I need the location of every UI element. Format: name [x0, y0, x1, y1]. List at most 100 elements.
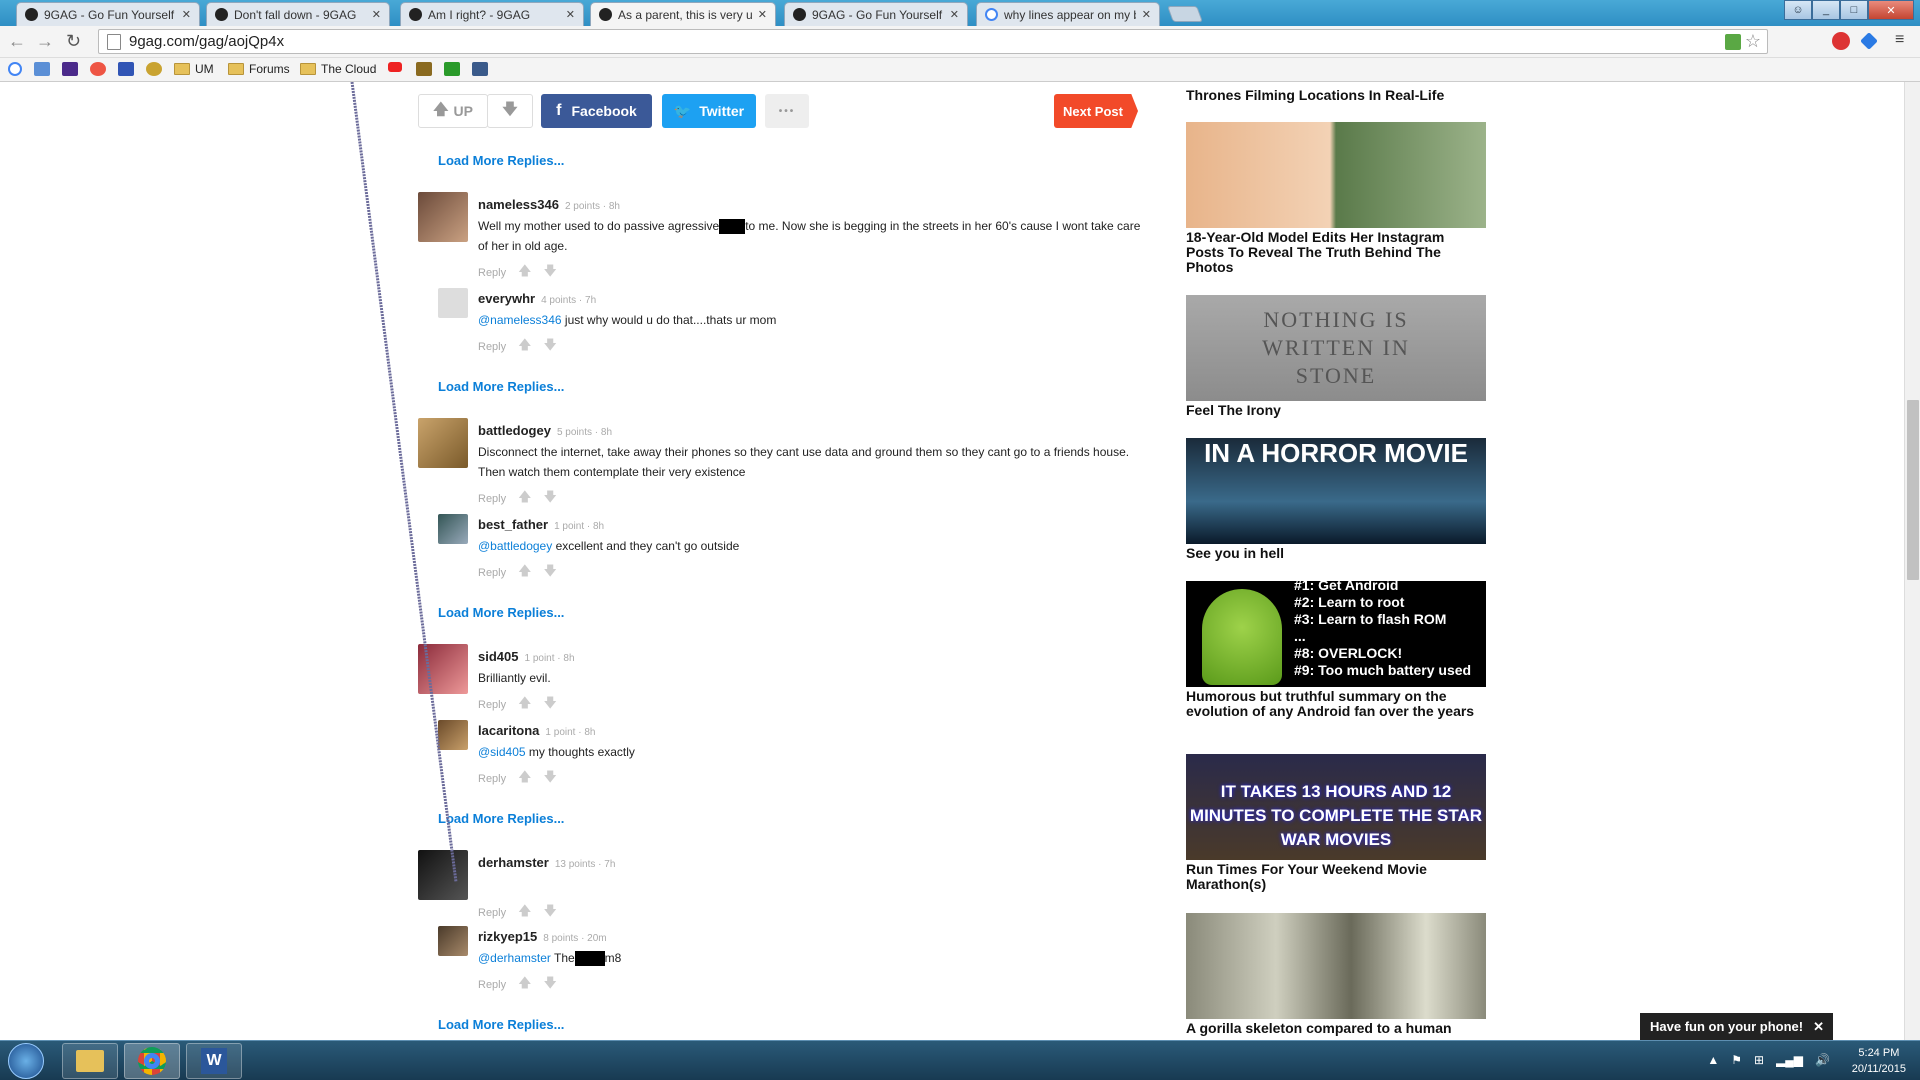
sidebar-post-title[interactable]: 18-Year-Old Model Edits Her Instagram Po… — [1186, 230, 1486, 275]
mention-link[interactable]: @nameless346 — [478, 313, 562, 327]
start-button[interactable] — [8, 1043, 44, 1079]
close-tab-icon[interactable]: ✕ — [182, 8, 191, 21]
comment-username[interactable]: sid405 — [478, 649, 518, 664]
bookmark[interactable] — [62, 62, 83, 76]
comment-username[interactable]: lacaritona — [478, 723, 539, 738]
comment-username[interactable]: best_father — [478, 517, 548, 532]
extension-icon[interactable] — [1860, 32, 1878, 50]
upvote-icon[interactable]: 🡅 — [518, 694, 531, 716]
user-icon[interactable]: ☺ — [1784, 0, 1812, 20]
new-tab-button[interactable] — [1167, 6, 1203, 22]
adblock-icon[interactable] — [1832, 32, 1850, 50]
close-icon[interactable]: ✕ — [1813, 1019, 1824, 1035]
comment-username[interactable]: battledogey — [478, 423, 551, 438]
sidebar-post[interactable]: NOTHING IS WRITTEN IN STONE Feel The Iro… — [1186, 295, 1486, 418]
volume-icon[interactable]: 🔊 — [1815, 1053, 1830, 1067]
bookmark[interactable] — [146, 62, 167, 76]
taskbar-explorer[interactable] — [62, 1043, 118, 1079]
mention-link[interactable]: @sid405 — [478, 745, 526, 759]
reply-link[interactable]: Reply — [478, 267, 506, 279]
reply-link[interactable]: Reply — [478, 699, 506, 711]
scrollbar-thumb[interactable] — [1907, 400, 1919, 580]
maximize-button[interactable]: □ — [1840, 0, 1868, 20]
chevron-up-icon[interactable]: ▲ — [1707, 1053, 1719, 1067]
reply-link[interactable]: Reply — [478, 979, 506, 991]
sidebar-post-image[interactable] — [1186, 122, 1486, 228]
downvote-icon[interactable]: 🡇 — [544, 562, 557, 584]
sidebar-post-title[interactable]: A gorilla skeleton compared to a human — [1186, 1021, 1486, 1036]
sidebar-post-title[interactable]: See you in hell — [1186, 546, 1486, 561]
upvote-icon[interactable]: 🡅 — [518, 902, 531, 924]
bookmark[interactable] — [90, 62, 111, 76]
upvote-icon[interactable]: 🡅 — [518, 768, 531, 790]
downvote-icon[interactable]: 🡇 — [544, 768, 557, 790]
forward-icon[interactable]: → — [36, 31, 54, 52]
flag-icon[interactable]: ⚑ — [1731, 1053, 1742, 1067]
minimize-button[interactable]: _ — [1812, 0, 1840, 20]
upvote-icon[interactable]: 🡅 — [518, 488, 531, 510]
sidebar-post[interactable]: #1: Get Android #2: Learn to root #3: Le… — [1186, 581, 1486, 719]
more-options-button[interactable]: ••• — [765, 94, 809, 128]
mention-link[interactable]: @derhamster — [478, 951, 551, 965]
taskbar-clock[interactable]: 5:24 PM 20/11/2015 — [1852, 1045, 1906, 1077]
bookmark[interactable] — [444, 62, 465, 76]
sidebar-post-image[interactable]: NOTHING IS WRITTEN IN STONE — [1186, 295, 1486, 401]
reply-link[interactable]: Reply — [478, 567, 506, 579]
sidebar-post-title[interactable]: Thrones Filming Locations In Real-Life — [1186, 88, 1486, 103]
downvote-button[interactable]: 🡇 — [487, 94, 533, 128]
bookmark-folder-forums[interactable]: Forums — [228, 62, 290, 76]
extension-icon[interactable] — [1724, 33, 1741, 50]
google-bookmark[interactable] — [8, 62, 27, 76]
bookmark[interactable] — [34, 62, 55, 76]
sidebar-post-title[interactable]: Feel The Irony — [1186, 403, 1486, 418]
browser-tab[interactable]: 9GAG - Go Fun Yourself ✕ — [16, 2, 200, 26]
facebook-share-button[interactable]: f Facebook — [541, 94, 652, 128]
sidebar-post[interactable]: 18-Year-Old Model Edits Her Instagram Po… — [1186, 122, 1486, 275]
avatar[interactable] — [438, 926, 468, 956]
close-window-button[interactable]: ✕ — [1868, 0, 1914, 20]
bookmark-folder-um[interactable]: UM — [174, 62, 214, 76]
browser-tab-active[interactable]: As a parent, this is very us ✕ — [590, 2, 776, 26]
network-icon[interactable]: ▂▄▆ — [1776, 1053, 1803, 1067]
browser-tab[interactable]: Am I right? - 9GAG ✕ — [400, 2, 584, 26]
downvote-icon[interactable]: 🡇 — [544, 488, 557, 510]
comment-username[interactable]: derhamster — [478, 855, 549, 870]
sidebar-post-image[interactable]: IN A HORROR MOVIE — [1186, 438, 1486, 544]
next-post-button[interactable]: Next Post — [1054, 94, 1138, 128]
reply-link[interactable]: Reply — [478, 773, 506, 785]
upvote-icon[interactable]: 🡅 — [518, 262, 531, 284]
taskbar-chrome[interactable] — [124, 1043, 180, 1079]
browser-tab[interactable]: Don't fall down - 9GAG ✕ — [206, 2, 390, 26]
windows-icon[interactable]: ⊞ — [1754, 1053, 1764, 1067]
upvote-icon[interactable]: 🡅 — [518, 974, 531, 996]
back-icon[interactable]: ← — [8, 31, 26, 52]
mention-link[interactable]: @battledogey — [478, 539, 552, 553]
reply-link[interactable]: Reply — [478, 341, 506, 353]
downvote-icon[interactable]: 🡇 — [544, 694, 557, 716]
browser-tab[interactable]: 9GAG - Go Fun Yourself ✕ — [784, 2, 968, 26]
load-more-replies-link[interactable]: Load More Replies... — [438, 1017, 564, 1032]
bookmark-folder-cloud[interactable]: The Cloud — [300, 62, 376, 76]
close-tab-icon[interactable]: ✕ — [372, 8, 381, 21]
page-scrollbar[interactable] — [1904, 82, 1920, 1040]
close-tab-icon[interactable]: ✕ — [950, 8, 959, 21]
downvote-icon[interactable]: 🡇 — [544, 974, 557, 996]
taskbar-word[interactable]: W — [186, 1043, 242, 1079]
sidebar-post[interactable]: IN A HORROR MOVIE See you in hell — [1186, 438, 1486, 561]
bookmark[interactable] — [388, 62, 407, 72]
sidebar-post[interactable]: A gorilla skeleton compared to a human — [1186, 913, 1486, 1036]
reply-link[interactable]: Reply — [478, 493, 506, 505]
upvote-icon[interactable]: 🡅 — [518, 562, 531, 584]
comment-username[interactable]: rizkyep15 — [478, 929, 537, 944]
downvote-icon[interactable]: 🡇 — [544, 262, 557, 284]
sidebar-post-image[interactable] — [1186, 913, 1486, 1019]
reply-link[interactable]: Reply — [478, 907, 506, 919]
sidebar-post-image[interactable]: IT TAKES 13 HOURS AND 12 MINUTES TO COMP… — [1186, 754, 1486, 860]
sidebar-post-title[interactable]: Run Times For Your Weekend Movie Maratho… — [1186, 862, 1486, 892]
sidebar-post[interactable]: IT TAKES 13 HOURS AND 12 MINUTES TO COMP… — [1186, 754, 1486, 892]
sidebar-post-title[interactable]: Humorous but truthful summary on the evo… — [1186, 689, 1486, 719]
bookmark[interactable] — [416, 62, 437, 76]
close-tab-icon[interactable]: ✕ — [758, 8, 767, 21]
comment-username[interactable]: everywhr — [478, 291, 535, 306]
upvote-icon[interactable]: 🡅 — [518, 336, 531, 358]
